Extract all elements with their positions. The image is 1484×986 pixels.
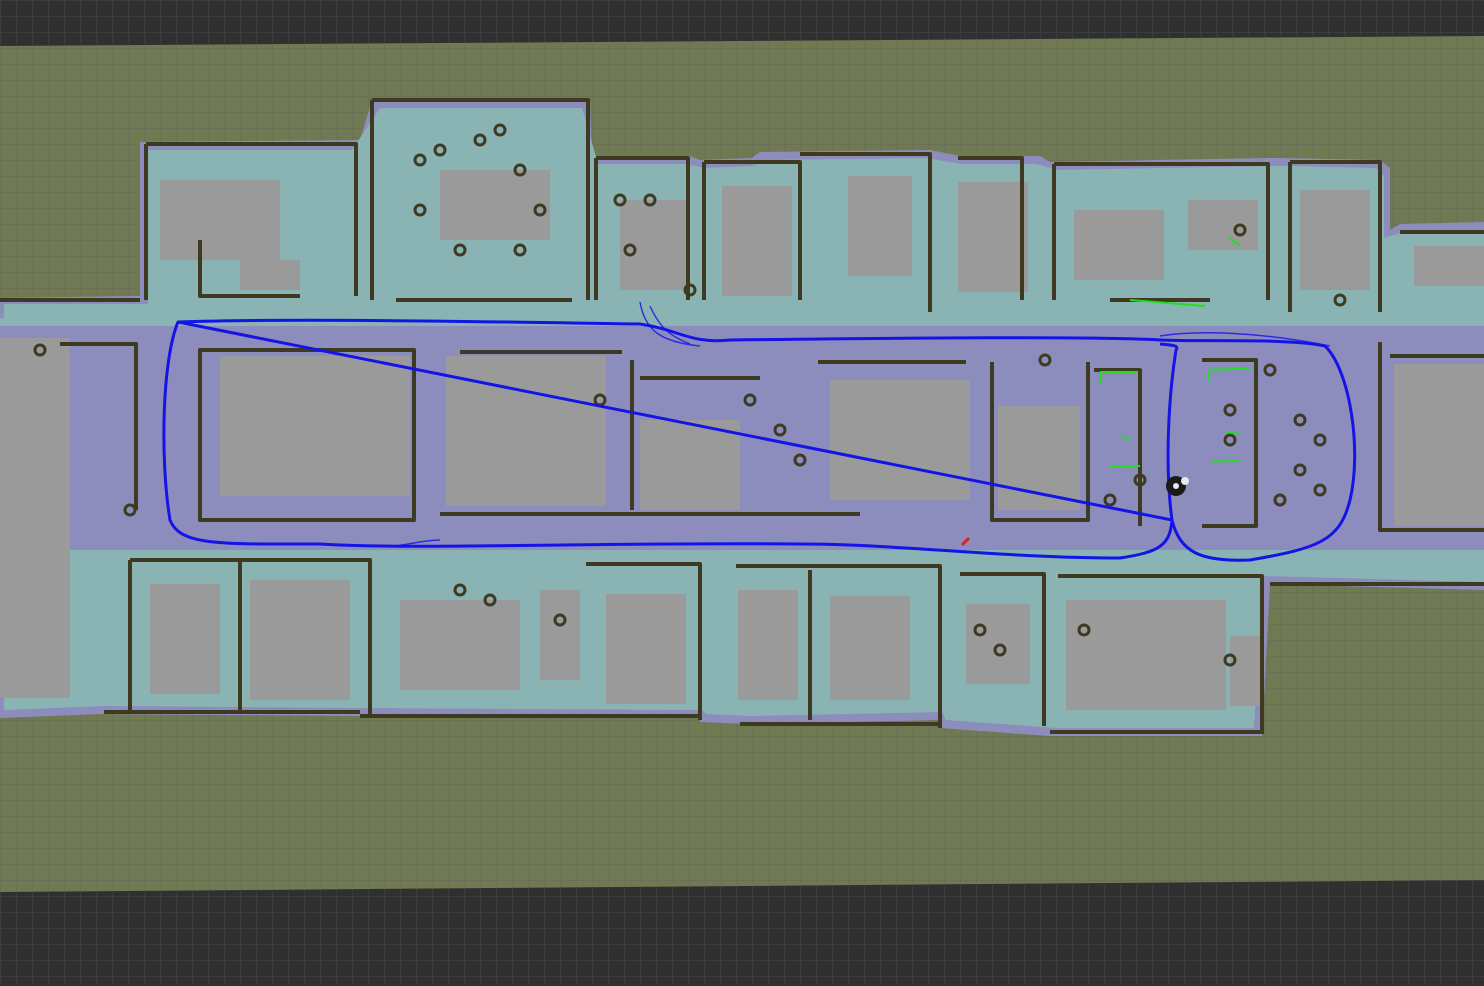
free-space-room xyxy=(848,176,912,276)
free-space-room xyxy=(1188,200,1258,250)
free-space-room xyxy=(240,260,300,290)
free-space-room xyxy=(640,420,740,510)
free-space-room xyxy=(830,596,910,700)
free-space-room xyxy=(1394,364,1484,526)
free-space-room xyxy=(400,600,520,690)
free-space-room xyxy=(0,338,70,698)
free-space-room xyxy=(606,594,686,704)
free-space-room xyxy=(220,356,410,496)
free-space-room xyxy=(150,584,220,694)
free-space-room xyxy=(738,590,798,700)
free-space-room xyxy=(160,180,280,260)
free-space-room xyxy=(446,356,606,506)
map-viewport[interactable] xyxy=(0,0,1484,986)
free-space-room xyxy=(722,186,792,296)
free-space-room xyxy=(540,590,580,680)
free-space-room xyxy=(1230,636,1260,706)
free-space-room xyxy=(958,182,1028,292)
free-space-room xyxy=(250,580,350,700)
free-space-room xyxy=(1300,190,1370,290)
free-space-room xyxy=(440,170,550,240)
free-space-room xyxy=(830,380,970,500)
free-space-room xyxy=(1066,600,1226,710)
free-space-room xyxy=(1074,210,1164,280)
free-space-room xyxy=(1414,246,1484,286)
